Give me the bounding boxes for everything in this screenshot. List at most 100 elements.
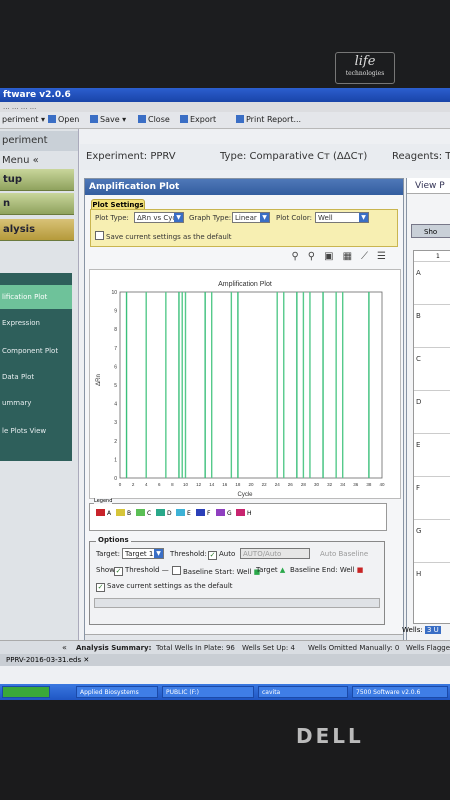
checkbox-icon	[172, 566, 181, 575]
target-checkbox[interactable]: Target ▲	[256, 566, 285, 574]
reagents-label: Reagents: T	[392, 151, 450, 162]
plate-grid[interactable]: 1 A B C D E F G H	[413, 250, 450, 624]
nav-item-gene-expression[interactable]: Expression	[0, 311, 72, 335]
nav-section-run[interactable]: n	[0, 193, 74, 215]
threshold-value-input[interactable]: AUTO/Auto	[240, 548, 310, 559]
options-scrollbar[interactable]	[94, 598, 380, 608]
legend-label: A	[107, 510, 112, 517]
nav-item-qc-summary[interactable]: ummary	[0, 391, 72, 415]
chart-title: Amplification Plot	[218, 281, 272, 288]
menu-bar[interactable]: ... ... ... ...	[0, 102, 450, 112]
baseline-start-checkbox[interactable]: Baseline Start: Well ■	[172, 566, 260, 576]
legend-item[interactable]: G	[216, 509, 232, 517]
plot-type-select[interactable]: ΔRn vs Cycle ▼	[134, 212, 184, 223]
plate-row-label: G	[416, 527, 422, 535]
print-report-button[interactable]: Print Report...	[236, 112, 301, 128]
plate-row-label: D	[416, 398, 422, 406]
legend-label: F	[207, 510, 211, 517]
zoom-in-icon[interactable]: ⚲	[291, 251, 307, 262]
x-tick-label: 34	[340, 482, 346, 487]
legend-item[interactable]: A	[96, 509, 111, 517]
plot-color-select[interactable]: Well ▼	[315, 212, 369, 223]
legend-label: E	[187, 510, 191, 517]
legend-item[interactable]: E	[176, 509, 191, 517]
experiment-menu-button[interactable]: periment ▾	[2, 112, 45, 128]
y-tick-label: 5	[114, 383, 117, 389]
wells-set-up: Wells Set Up: 4	[242, 644, 295, 652]
start-button[interactable]	[2, 686, 50, 698]
plate-row-label: A	[416, 269, 421, 277]
options-title: Options	[96, 536, 131, 544]
auto-baseline-button[interactable]: Auto Baseline	[320, 550, 368, 558]
experiment-menu-title[interactable]: periment Menu «	[0, 131, 78, 166]
options-save-default-checkbox[interactable]: ✓ Save current settings as the default	[96, 582, 233, 592]
nav-item-amplification-plot[interactable]: lification Plot	[0, 285, 72, 309]
view-plate-tab[interactable]: View P	[407, 178, 450, 194]
nav-section-analysis[interactable]: alysis	[0, 219, 74, 241]
chart-icon[interactable]: ⟋	[361, 251, 377, 262]
total-wells: Total Wells In Plate: 96	[156, 644, 235, 652]
legend-label: G	[227, 510, 232, 517]
legend-title: Legend	[94, 498, 113, 504]
experiment-header: Experiment: PPRV Type: Comparative Cт (Δ…	[80, 144, 450, 170]
zoom-out-icon[interactable]: ⚲	[308, 251, 324, 262]
chevron-down-icon: ▼	[174, 213, 183, 222]
wells-flagged: Wells Flagge	[406, 644, 450, 652]
y-tick-label: 3	[114, 420, 117, 426]
print-icon[interactable]: ▣	[324, 251, 342, 262]
file-tab[interactable]: PPRV-2016-03-31.eds ✕	[0, 654, 450, 666]
options-box: Options Target: Target 1 ▼ Threshold: ✓ Au…	[89, 536, 385, 625]
table-icon[interactable]: ▦	[343, 251, 361, 262]
checkbox-checked-icon: ✓	[114, 567, 123, 576]
list-icon[interactable]: ☰	[377, 251, 395, 262]
y-tick-label: 10	[111, 290, 117, 296]
checkbox-icon	[95, 231, 104, 240]
y-axis-label: ΔRn	[96, 374, 102, 386]
save-default-checkbox[interactable]: Save current settings as the default	[95, 231, 232, 241]
graph-type-select[interactable]: Linear ▼	[232, 212, 270, 223]
x-tick-label: 2	[132, 482, 135, 487]
target-select[interactable]: Target 1 ▼	[122, 548, 164, 559]
legend-item[interactable]: H	[236, 509, 252, 517]
legend-label: H	[247, 510, 252, 517]
y-tick-label: 8	[114, 327, 117, 333]
show-in-plate-button[interactable]: Sho	[411, 224, 450, 238]
amplification-plot-panel: Amplification Plot Plot Settings Plot Ty…	[84, 178, 404, 650]
printer-icon	[236, 115, 244, 123]
y-tick-label: 0	[114, 476, 117, 482]
x-tick-label: 26	[288, 482, 294, 487]
x-tick-label: 14	[209, 482, 215, 487]
legend-item[interactable]: D	[156, 509, 172, 517]
close-button[interactable]: Close	[138, 112, 170, 128]
plate-column-label: 1	[436, 253, 440, 260]
nav-item-multiple-plots-view[interactable]: le Plots View	[0, 419, 72, 443]
y-tick-label: 4	[114, 402, 117, 408]
legend-item[interactable]: C	[136, 509, 151, 517]
auto-threshold-checkbox[interactable]: ✓ Auto	[208, 550, 235, 560]
taskbar-item-public-drive[interactable]: PUBLIC (F:)	[162, 686, 254, 698]
x-tick-label: 18	[235, 482, 241, 487]
nav-section-setup[interactable]: tup	[0, 169, 74, 191]
graph-type-label: Graph Type:	[189, 214, 232, 222]
experiment-menu-sidebar: periment Menu « tup n alysis lification …	[0, 129, 79, 659]
collapse-arrow-icon[interactable]: «	[62, 641, 67, 655]
open-button[interactable]: Open	[48, 112, 79, 128]
export-button[interactable]: Export	[180, 112, 216, 128]
nav-item-raw-data-plot[interactable]: Data Plot	[0, 365, 72, 389]
taskbar-item-cavita[interactable]: cavita	[258, 686, 348, 698]
y-tick-label: 6	[114, 364, 117, 370]
nav-item-multicomponent-plot[interactable]: Component Plot	[0, 339, 72, 363]
legend: Legend A B C D E F G H	[89, 498, 387, 531]
legend-item[interactable]: F	[196, 509, 210, 517]
taskbar-item-applied-biosystems[interactable]: Applied Biosystems	[76, 686, 158, 698]
taskbar-item-7500-software[interactable]: 7500 Software v2.0.6	[352, 686, 448, 698]
show-threshold-checkbox[interactable]: ✓ Threshold —	[114, 566, 169, 576]
y-tick-label: 9	[114, 309, 117, 315]
legend-item[interactable]: B	[116, 509, 131, 517]
life-technologies-logo: life technologies	[335, 52, 395, 84]
plot-settings-box: Plot Type: ΔRn vs Cycle ▼ Graph Type: Lin…	[90, 209, 398, 247]
windows-taskbar: Applied Biosystems PUBLIC (F:) cavita 75…	[0, 684, 450, 700]
x-tick-label: 28	[301, 482, 307, 487]
legend-swatch	[216, 509, 225, 516]
save-button[interactable]: Save ▾	[90, 112, 126, 128]
